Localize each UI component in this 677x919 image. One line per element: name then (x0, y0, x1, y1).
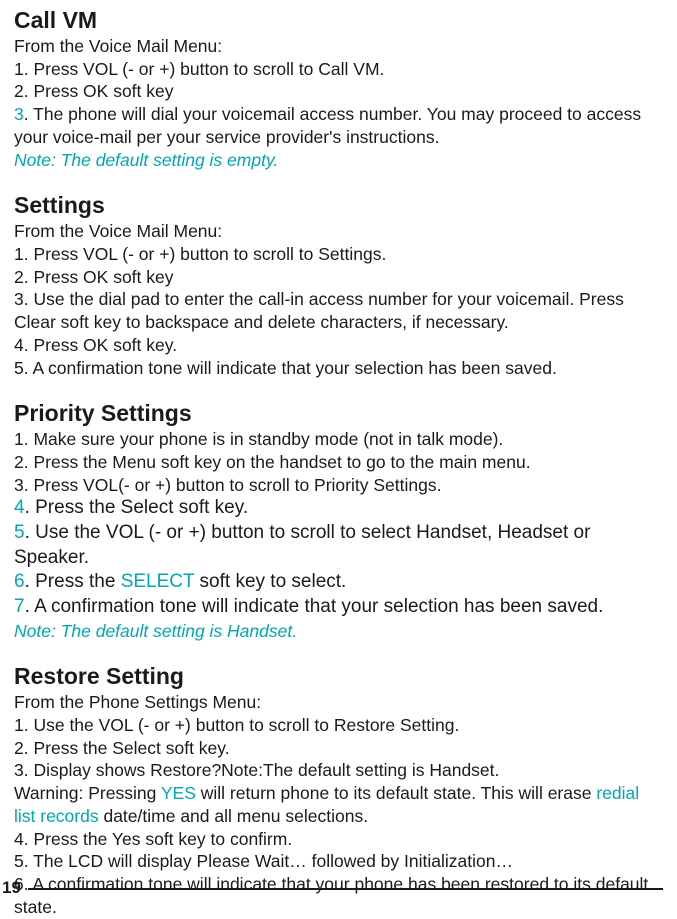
text-line: Warning: Pressing YES will return phone … (14, 782, 663, 828)
note-text: Note: The default setting is empty. (14, 149, 663, 172)
text-line: 6. Press the SELECT soft key to select. (14, 570, 663, 595)
text-line: 5. A confirmation tone will indicate tha… (14, 357, 663, 380)
text-line: From the Voice Mail Menu: (14, 220, 663, 243)
text-line: From the Voice Mail Menu: (14, 35, 663, 58)
text-line: 1. Use the VOL (- or +) button to scroll… (14, 714, 663, 737)
page-rule (28, 888, 663, 891)
text-run: . A confirmation tone will indicate that… (25, 596, 604, 617)
list-number: 6 (14, 571, 25, 592)
text-line: 2. Press the Menu soft key on the handse… (14, 451, 663, 474)
text-run: will return phone to its default state. … (196, 783, 596, 803)
text-line: 3. Press VOL(- or +) button to scroll to… (14, 474, 663, 497)
list-number: 5 (14, 522, 25, 543)
text-line: 1. Press VOL (- or +) button to scroll t… (14, 243, 663, 266)
text-line: 2. Press OK soft key (14, 266, 663, 289)
text-line: 1. Press VOL (- or +) button to scroll t… (14, 58, 663, 81)
text-run: YES (161, 783, 196, 803)
text-line: 5. Use the VOL (- or +) button to scroll… (14, 521, 663, 570)
page-number: 19 (2, 878, 21, 898)
text-line: 3. Use the dial pad to enter the call-in… (14, 288, 663, 334)
heading-restore-setting: Restore Setting (14, 662, 663, 691)
text-line: 4. Press OK soft key. (14, 334, 663, 357)
note-text: Note: The default setting is Handset. (14, 620, 663, 643)
text-line: 3. Display shows Restore?Note:The defaul… (14, 759, 663, 782)
text-line: 6. A confirmation tone will indicate tha… (14, 873, 663, 919)
text-run: soft key to select. (194, 571, 346, 592)
list-number: 7 (14, 596, 25, 617)
text-run: date/time and all menu selections. (99, 806, 368, 826)
text-line: 4. Press the Yes soft key to confirm. (14, 828, 663, 851)
text-line: 5. The LCD will display Please Wait… fol… (14, 850, 663, 873)
heading-priority-settings: Priority Settings (14, 399, 663, 428)
text-run: SELECT (121, 571, 195, 592)
text-line: 3. The phone will dial your voicemail ac… (14, 103, 663, 149)
text-run: Warning: Pressing (14, 783, 161, 803)
text-run: . Use the VOL (- or +) button to scroll … (14, 522, 590, 568)
heading-settings: Settings (14, 191, 663, 220)
list-number: 3 (14, 104, 24, 124)
text-line: From the Phone Settings Menu: (14, 691, 663, 714)
text-line: 2. Press OK soft key (14, 80, 663, 103)
text-run: . The phone will dial your voicemail acc… (14, 104, 641, 147)
text-line: 1. Make sure your phone is in standby mo… (14, 428, 663, 451)
list-number: 4 (14, 497, 25, 518)
heading-call-vm: Call VM (14, 6, 663, 35)
text-line: 7. A confirmation tone will indicate tha… (14, 595, 663, 620)
text-run: . Press the Select soft key. (25, 497, 249, 518)
text-run: . Press the (25, 571, 121, 592)
text-line: 2. Press the Select soft key. (14, 737, 663, 760)
text-line: 4. Press the Select soft key. (14, 496, 663, 521)
